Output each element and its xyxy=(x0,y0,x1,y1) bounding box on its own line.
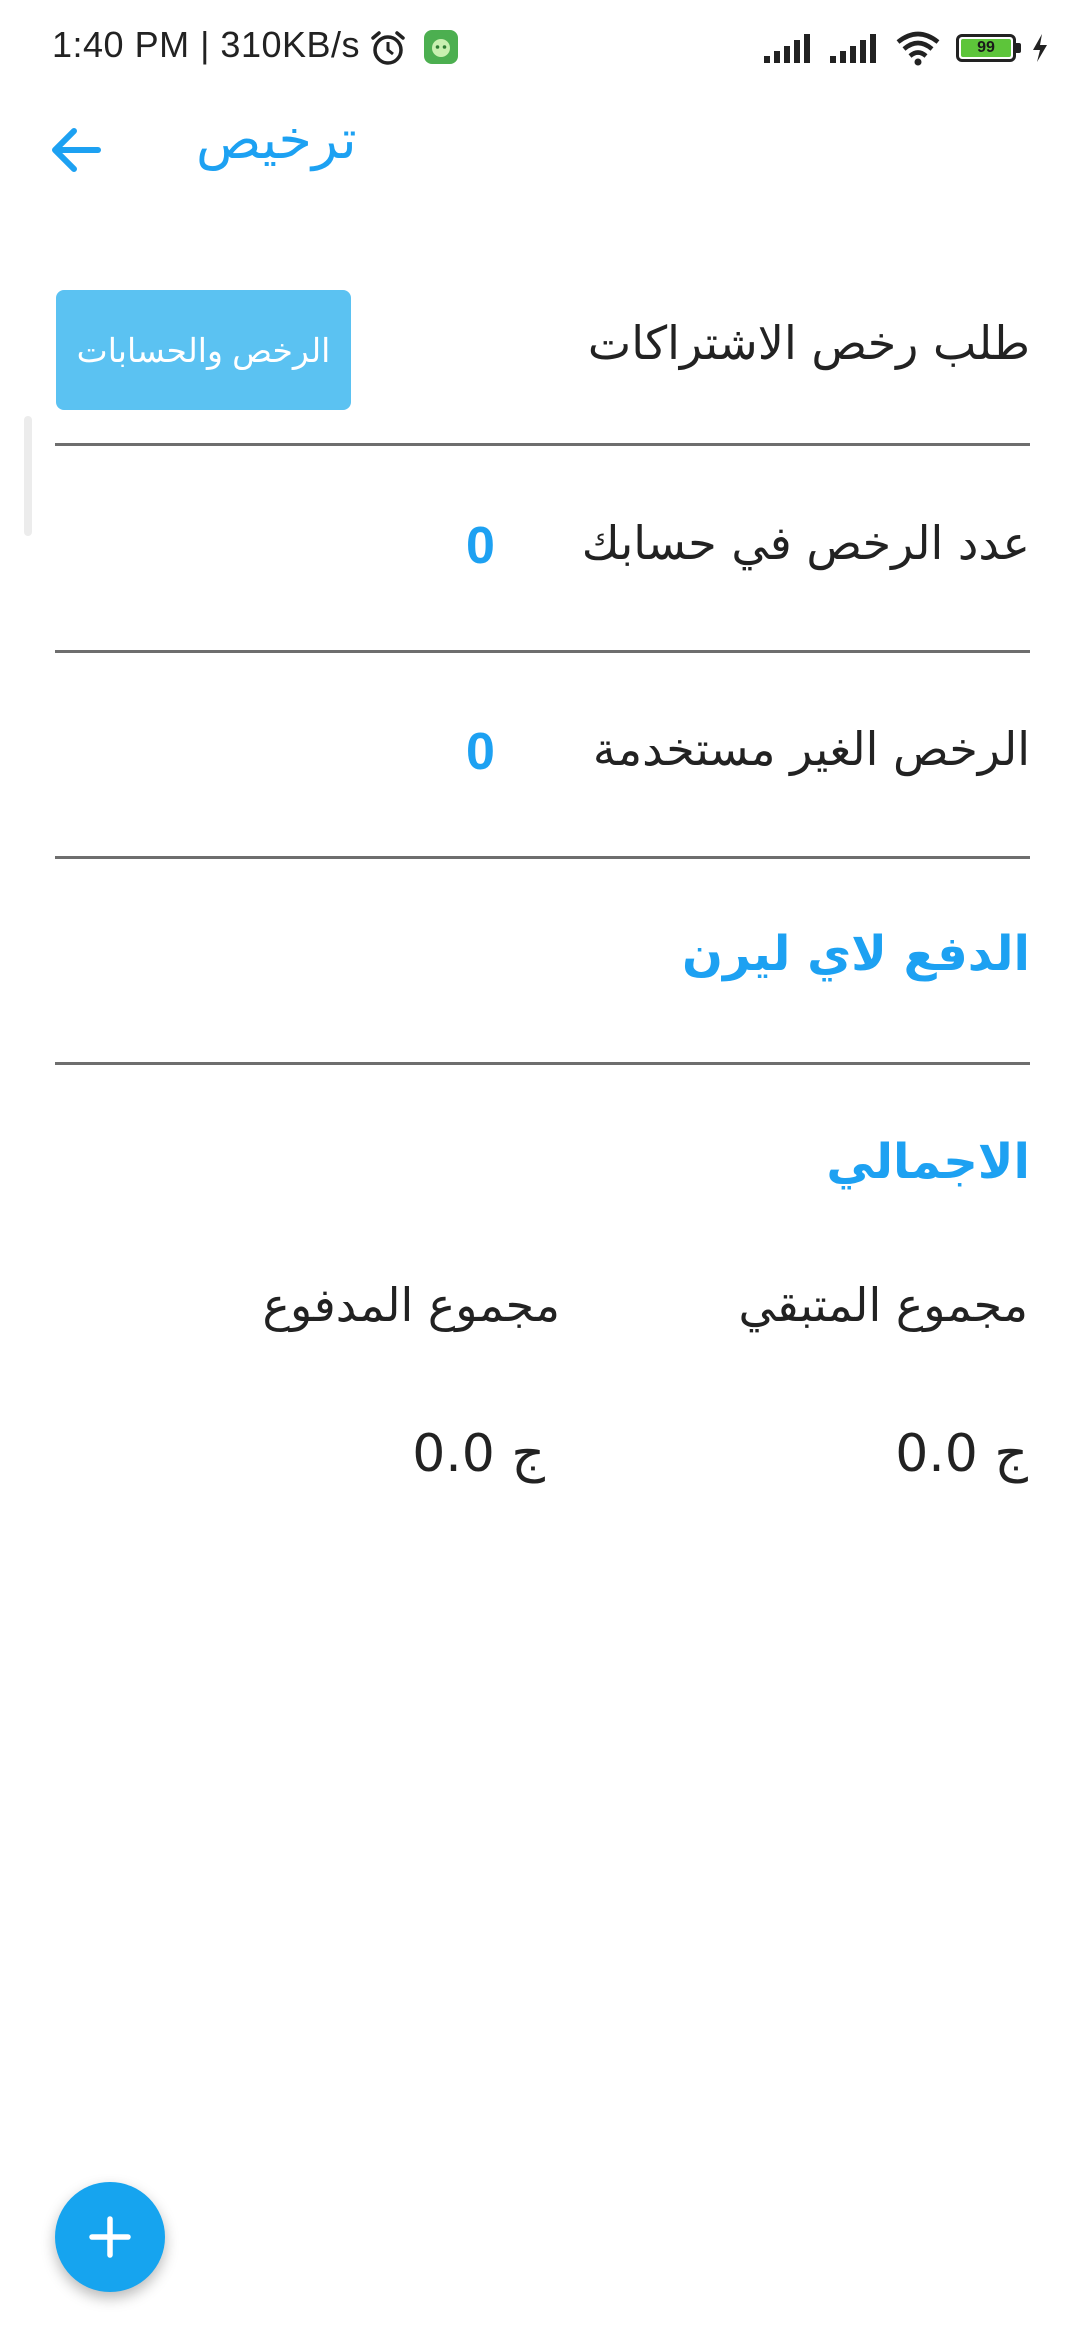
battery-icon: 99 xyxy=(956,34,1021,62)
status-indicators: 99 xyxy=(762,28,1050,68)
arrow-left-icon xyxy=(52,128,101,172)
add-button[interactable] xyxy=(55,2182,165,2292)
scroll-indicator xyxy=(24,416,32,536)
totals-header-row: الاجمالي xyxy=(55,1128,1030,1208)
license-count-label: عدد الرخص في حسابك xyxy=(581,516,1030,570)
signal-icon xyxy=(830,34,876,63)
status-time: 1:40 PM | 310KB/s xyxy=(52,24,361,65)
wifi-icon xyxy=(896,31,940,66)
payment-link[interactable]: الدفع لاي ليرن xyxy=(682,926,1030,982)
plus-icon xyxy=(89,2216,131,2258)
divider xyxy=(55,1062,1030,1065)
unused-licenses-value: 0 xyxy=(466,723,495,781)
page-title: ترخيص xyxy=(196,108,357,171)
unused-licenses-row: الرخص الغير مستخدمة xyxy=(55,716,1030,796)
unused-licenses-label: الرخص الغير مستخدمة xyxy=(592,722,1030,776)
license-count-row: عدد الرخص في حسابك xyxy=(55,510,1030,590)
paid-total-label: مجموع المدفوع xyxy=(262,1278,561,1332)
status-bar: 1:40 PM | 310KB/s 99 xyxy=(0,0,1080,96)
license-request-label: طلب رخص الاشتراكات xyxy=(587,316,1030,370)
battery-level: 99 xyxy=(961,39,1011,57)
remaining-total-label: مجموع المتبقي xyxy=(738,1278,1028,1332)
totals-heading: الاجمالي xyxy=(826,1134,1030,1190)
license-count-value: 0 xyxy=(466,517,495,575)
divider xyxy=(55,443,1030,446)
licenses-and-accounts-button[interactable]: الرخص والحسابات xyxy=(56,290,351,410)
remaining-total-value: ج 0.0 xyxy=(895,1424,1028,1484)
signal-icon xyxy=(764,34,810,63)
paid-total-value: ج 0.0 xyxy=(412,1424,545,1484)
back-button[interactable] xyxy=(44,118,108,182)
divider xyxy=(55,856,1030,859)
alarm-icon xyxy=(371,31,405,65)
app-notification-icon xyxy=(424,30,458,64)
payment-row[interactable]: الدفع لاي ليرن xyxy=(55,920,1030,1000)
charging-icon xyxy=(1033,34,1047,62)
license-screen: 1:40 PM | 310KB/s 99 ترخيص طلب رخص الاشت… xyxy=(0,0,1080,2340)
divider xyxy=(55,650,1030,653)
